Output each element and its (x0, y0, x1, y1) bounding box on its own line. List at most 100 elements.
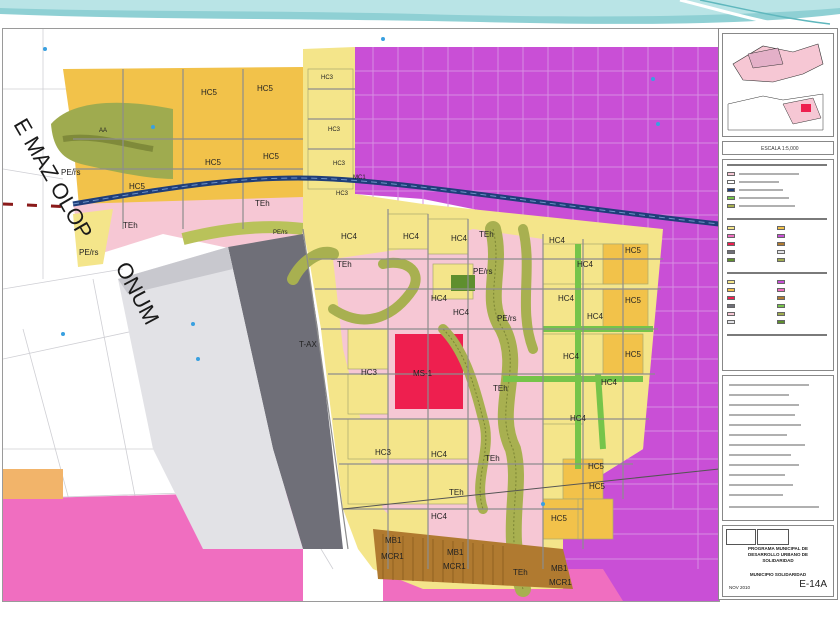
zone-label: PE/rs (473, 267, 493, 276)
legend-swatch (777, 288, 785, 292)
legend-text (739, 205, 795, 207)
zone-label: TEh (513, 568, 528, 577)
zone-label: HC5 (625, 246, 642, 255)
credit-line (729, 494, 783, 496)
legend-swatch (727, 180, 735, 184)
zone-label: HC4 (341, 232, 358, 241)
legend-swatch (727, 280, 735, 284)
legend-swatch (777, 234, 785, 238)
credit-line (729, 394, 789, 396)
zone-label: HC4 (549, 236, 566, 245)
legend-swatch (727, 226, 735, 230)
zone-label: HC4 (570, 414, 587, 423)
legend-swatch (777, 312, 785, 316)
title-line-2: DESARROLLO URBANO DE (747, 552, 808, 557)
zone-label: HC4 (587, 312, 604, 321)
zone-label: T-AX (299, 340, 317, 349)
legend-swatch (727, 296, 735, 300)
credit-line (729, 444, 805, 446)
credit-line (729, 454, 791, 456)
legend-swatch (777, 280, 785, 284)
legend-swatch (727, 242, 735, 246)
zone-label: HC5 (625, 350, 642, 359)
zone-label: TEh (493, 384, 508, 393)
municipality-label: MUNICIPIO SOLIDARIDAD (749, 572, 807, 577)
zone-label: MS-1 (413, 369, 433, 378)
logo-box (757, 529, 789, 545)
legend-rule (727, 218, 827, 220)
zone-label: MCR1 (443, 562, 466, 571)
scale-label: ESCALA 1:5,000 (761, 146, 799, 152)
zone-label: HC3 (328, 127, 341, 133)
legend-swatch (777, 250, 785, 254)
zone-label: HC5 (263, 152, 280, 161)
legend-swatch (727, 188, 735, 192)
zone-label: HC5 (588, 462, 605, 471)
zone-label: HC3 (375, 448, 392, 457)
legend-swatch (777, 304, 785, 308)
zone-label: HC4 (431, 450, 448, 459)
credit-line (729, 384, 809, 386)
legend-swatch (727, 250, 735, 254)
symbology-box (722, 159, 834, 371)
zone-label: HC4 (601, 378, 618, 387)
zone-label: HC5 (129, 182, 146, 191)
legend-text (739, 189, 783, 191)
legend-text (739, 197, 789, 199)
zone-label: PE/rs (79, 248, 99, 257)
zone-label: HC4 (431, 294, 448, 303)
zone-label: HC4 (453, 308, 470, 317)
zone-label: TEh (337, 260, 352, 269)
title-block: PROGRAMA MUNICIPAL DE DESARROLLO URBANO … (722, 525, 834, 597)
credit-line (729, 424, 801, 426)
legend-swatch (727, 258, 735, 262)
scale-box: ESCALA 1:5,000 (722, 141, 834, 155)
slide-banner (0, 0, 840, 28)
zone-label: PE/rs (273, 230, 288, 236)
credit-line (729, 434, 787, 436)
location-inset-map (727, 43, 824, 131)
zone-label: HC5 (257, 84, 274, 93)
zone-label: HC5 (205, 158, 222, 167)
zone-label: HC4 (577, 260, 594, 269)
logo-box (726, 529, 756, 545)
legend-swatch (727, 288, 735, 292)
zone-label: TEh (123, 221, 138, 230)
zone-label: HC3 (333, 161, 346, 167)
zone-label: MB1 (385, 536, 402, 545)
credits-box (722, 375, 834, 521)
zone-orange-strip (3, 469, 63, 499)
legend-swatch (727, 304, 735, 308)
zone-label: HC3 (361, 368, 378, 377)
zone-label: MB1 (447, 548, 464, 557)
legend-swatch (727, 204, 735, 208)
location-inset (722, 33, 834, 137)
zone-label: AA (99, 128, 107, 134)
credit-line (729, 464, 799, 466)
zone-label: TEh (255, 199, 270, 208)
zone-label: PE/rs (61, 168, 81, 177)
legend-panel: ESCALA 1:5,000 PROGRAMA MUNICIPAL DE DES… (718, 28, 838, 600)
zone-label: HC4 (563, 352, 580, 361)
zone-label: PE/rs (497, 314, 517, 323)
legend-swatch (777, 320, 785, 324)
legend-swatch (777, 242, 785, 246)
zone-label: MCR1 (381, 552, 404, 561)
credit-line (729, 506, 819, 508)
zone-label: HC5 (625, 296, 642, 305)
title-line-3: SOLIDARIDAD (762, 558, 794, 563)
legend-swatch (727, 234, 735, 238)
legend-swatch (777, 296, 785, 300)
zone-label: TEh (485, 454, 500, 463)
date-label: NOV 2010 (729, 585, 751, 590)
zoning-map[interactable]: E MAZ OLOP ONUM HC5 HC5 HC5 HC5 HC5 AA P… (2, 28, 720, 602)
legend-swatch (777, 226, 785, 230)
legend-rule (727, 164, 827, 166)
legend-rule (727, 334, 827, 336)
zone-label: TEh (449, 488, 464, 497)
title-line-1: PROGRAMA MUNICIPAL DE (748, 546, 808, 551)
zone-label: HC5 (551, 514, 568, 523)
zone-label: HC4 (451, 234, 468, 243)
legend-swatch (727, 312, 735, 316)
credit-line (729, 404, 799, 406)
